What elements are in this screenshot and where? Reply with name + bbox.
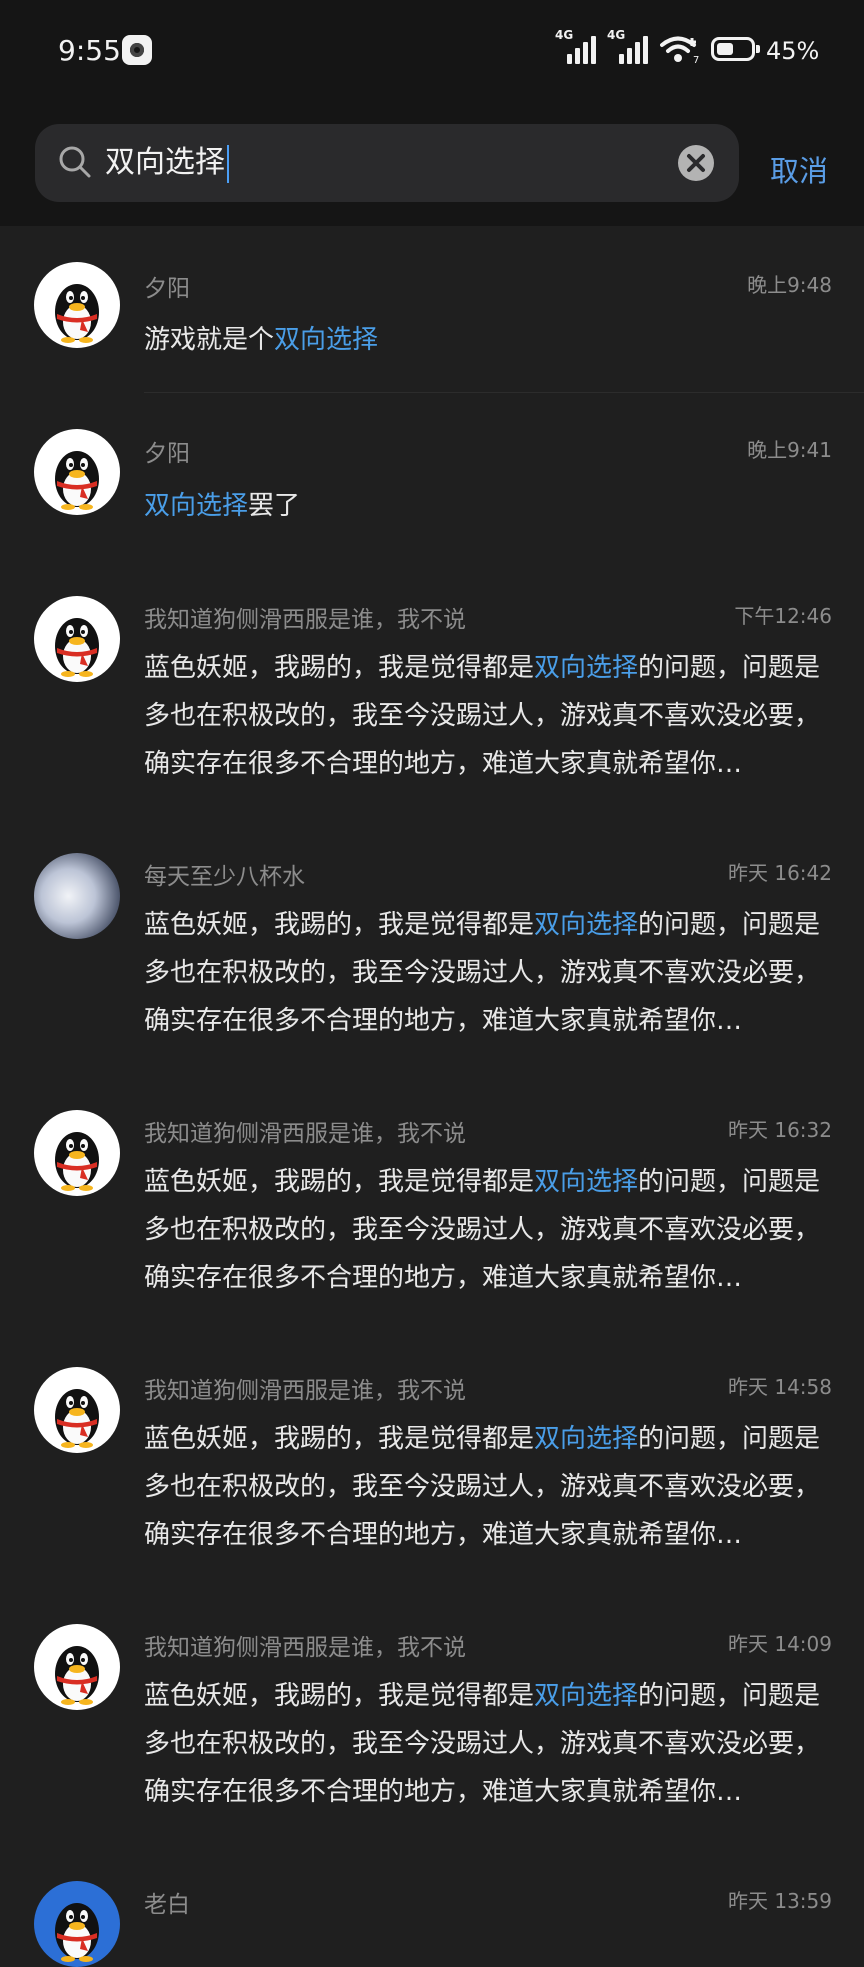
message-snippet: 蓝色妖姬，我踢的，我是觉得都是双向选择的问题，问题是多也在积极改的，我至今没踢过… bbox=[144, 1167, 821, 1293]
penguin-avatar-icon bbox=[34, 1624, 120, 1710]
match-highlight: 双向选择 bbox=[534, 1167, 639, 1197]
penguin-avatar-icon bbox=[34, 1110, 120, 1196]
penguin-avatar-icon bbox=[34, 1881, 120, 1967]
sender-name: 我知道狗侧滑西服是谁，我不说 bbox=[144, 1635, 466, 1661]
status-bar: 9:55 4G 4G 7 45% bbox=[0, 0, 864, 100]
cancel-button[interactable]: 取消 bbox=[770, 148, 828, 190]
text-cursor bbox=[227, 144, 229, 183]
message-snippet: 游戏就是个双向选择 bbox=[144, 325, 379, 355]
wifi-suffix: 7 bbox=[693, 55, 699, 64]
search-query: 双向选择 bbox=[105, 145, 225, 180]
sender-name: 夕阳 bbox=[144, 441, 190, 467]
match-highlight: 双向选择 bbox=[534, 1424, 639, 1454]
match-highlight: 双向选择 bbox=[534, 1681, 639, 1711]
photo-avatar bbox=[34, 853, 120, 939]
list-item[interactable]: 每天至少八杯水 昨天 16:42 蓝色妖姬，我踢的，我是觉得都是双向选择的问题，… bbox=[0, 817, 864, 1074]
app-indicator-icon bbox=[122, 35, 152, 65]
search-input[interactable]: 双向选择 bbox=[105, 124, 233, 202]
list-item[interactable]: 我知道狗侧滑西服是谁，我不说 昨天 14:58 蓝色妖姬，我踢的，我是觉得都是双… bbox=[0, 1331, 864, 1588]
list-item[interactable]: 我知道狗侧滑西服是谁，我不说 昨天 14:09 蓝色妖姬，我踢的，我是觉得都是双… bbox=[0, 1588, 864, 1845]
message-time: 昨天 14:09 bbox=[728, 1632, 832, 1656]
sender-name: 我知道狗侧滑西服是谁，我不说 bbox=[144, 607, 466, 633]
wifi-icon: 7 bbox=[660, 36, 699, 64]
message-time: 晚上9:41 bbox=[747, 438, 832, 462]
clear-icon[interactable] bbox=[677, 144, 715, 182]
message-time: 昨天 16:42 bbox=[728, 861, 832, 885]
signal-network-label: 4G bbox=[607, 28, 626, 42]
sender-name: 每天至少八杯水 bbox=[144, 864, 305, 890]
penguin-avatar-icon bbox=[34, 596, 120, 682]
battery-icon bbox=[711, 37, 760, 61]
list-item[interactable]: 夕阳 晚上9:48 游戏就是个双向选择 bbox=[0, 226, 864, 393]
status-time: 9:55 bbox=[58, 34, 121, 67]
battery-percent: 45% bbox=[766, 37, 820, 65]
list-item[interactable]: 我知道狗侧滑西服是谁，我不说 昨天 16:32 蓝色妖姬，我踢的，我是觉得都是双… bbox=[0, 1074, 864, 1331]
penguin-avatar-icon bbox=[34, 262, 120, 348]
message-time: 昨天 13:59 bbox=[728, 1889, 832, 1913]
signal-network-label: 4G bbox=[555, 28, 574, 42]
search-box[interactable]: 双向选择 bbox=[35, 124, 739, 202]
match-highlight: 双向选择 bbox=[144, 491, 249, 521]
search-icon bbox=[59, 146, 91, 178]
sender-name: 我知道狗侧滑西服是谁，我不说 bbox=[144, 1378, 466, 1404]
match-highlight: 双向选择 bbox=[274, 325, 379, 355]
message-snippet: 蓝色妖姬，我踢的，我是觉得都是双向选择的问题，问题是多也在积极改的，我至今没踢过… bbox=[144, 1681, 821, 1807]
message-time: 昨天 16:32 bbox=[728, 1118, 832, 1142]
sender-name: 夕阳 bbox=[144, 276, 190, 302]
signal-icon: 4G bbox=[555, 28, 596, 64]
penguin-avatar-icon bbox=[34, 1367, 120, 1453]
match-highlight: 双向选择 bbox=[534, 653, 639, 683]
signal-icon: 4G bbox=[607, 28, 648, 64]
match-highlight: 双向选择 bbox=[534, 910, 639, 940]
sender-name: 我知道狗侧滑西服是谁，我不说 bbox=[144, 1121, 466, 1147]
message-snippet: 双向选择罢了 bbox=[144, 491, 301, 521]
message-time: 晚上9:48 bbox=[747, 273, 832, 297]
penguin-avatar-icon bbox=[34, 429, 120, 515]
message-time: 下午12:46 bbox=[734, 604, 832, 628]
message-snippet: 蓝色妖姬，我踢的，我是觉得都是双向选择的问题，问题是多也在积极改的，我至今没踢过… bbox=[144, 1424, 821, 1550]
message-time: 昨天 14:58 bbox=[728, 1375, 832, 1399]
list-item[interactable]: 老白 昨天 13:59 bbox=[0, 1845, 864, 1967]
search-header: 双向选择 bbox=[0, 100, 864, 226]
list-item[interactable]: 夕阳 晚上9:41 双向选择罢了 bbox=[0, 393, 864, 559]
message-snippet: 蓝色妖姬，我踢的，我是觉得都是双向选择的问题，问题是多也在积极改的，我至今没踢过… bbox=[144, 653, 821, 779]
sender-name: 老白 bbox=[144, 1892, 190, 1918]
list-item[interactable]: 我知道狗侧滑西服是谁，我不说 下午12:46 蓝色妖姬，我踢的，我是觉得都是双向… bbox=[0, 560, 864, 817]
message-snippet: 蓝色妖姬，我踢的，我是觉得都是双向选择的问题，问题是多也在积极改的，我至今没踢过… bbox=[144, 910, 821, 1036]
